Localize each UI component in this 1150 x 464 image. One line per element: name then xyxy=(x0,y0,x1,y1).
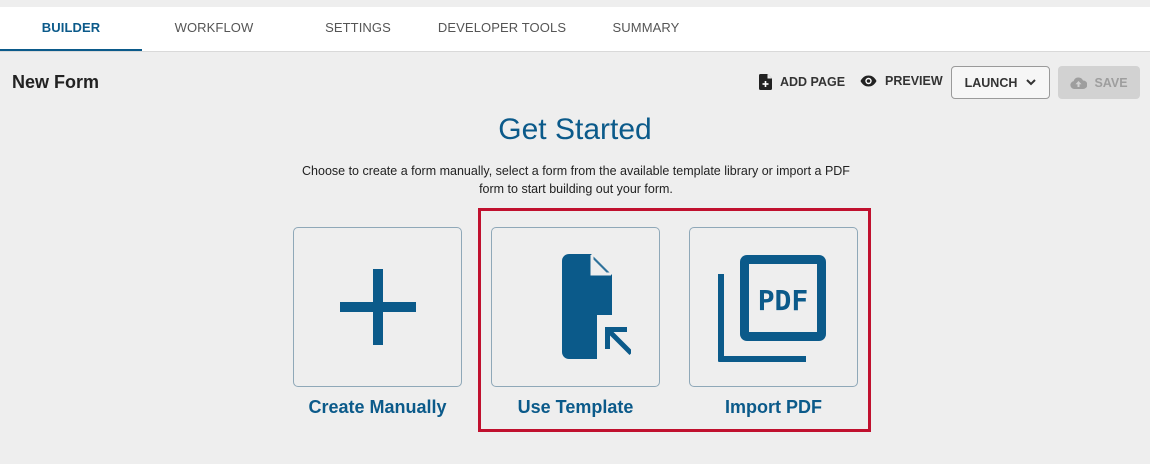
save-label: SAVE xyxy=(1094,75,1128,90)
plus-icon xyxy=(339,269,416,345)
page-title: New Form xyxy=(12,72,100,92)
tab-builder[interactable]: BUILDER xyxy=(0,7,142,51)
svg-text:PDF: PDF xyxy=(757,284,808,317)
top-strip xyxy=(0,0,1150,7)
tab-developer-tools[interactable]: DEVELOPER TOOLS xyxy=(430,7,574,51)
eye-icon xyxy=(860,75,877,87)
cloud-upload-icon xyxy=(1070,77,1088,89)
tab-workflow[interactable]: WORKFLOW xyxy=(142,7,286,51)
create-manually-label[interactable]: Create Manually xyxy=(293,397,462,418)
create-manually-card[interactable] xyxy=(293,227,462,387)
add-page-button[interactable]: ADD PAGE xyxy=(759,74,845,90)
form-header: New Form ADD PAGE PREVIEW LAUNCH SAVE xyxy=(0,52,1150,112)
pdf-stack-icon: PDF xyxy=(717,255,826,362)
tab-bar: BUILDER WORKFLOW SETTINGS DEVELOPER TOOL… xyxy=(0,7,1150,52)
use-template-card[interactable] xyxy=(491,227,660,387)
file-plus-icon xyxy=(759,74,772,90)
get-started-description: Choose to create a form manually, select… xyxy=(302,164,850,196)
launch-label: LAUNCH xyxy=(964,75,1018,90)
tab-summary[interactable]: SUMMARY xyxy=(574,7,718,51)
tab-settings[interactable]: SETTINGS xyxy=(286,7,430,51)
add-page-label: ADD PAGE xyxy=(780,75,846,89)
use-template-label[interactable]: Use Template xyxy=(491,397,660,418)
document-pointer-icon xyxy=(561,254,631,363)
preview-button[interactable]: PREVIEW xyxy=(860,74,943,88)
save-button[interactable]: SAVE xyxy=(1058,66,1140,99)
launch-dropdown-button[interactable]: LAUNCH xyxy=(951,66,1050,99)
preview-label: PREVIEW xyxy=(885,74,943,88)
import-pdf-card[interactable]: PDF xyxy=(689,227,858,387)
get-started-heading: Get Started xyxy=(498,113,652,146)
import-pdf-label[interactable]: Import PDF xyxy=(689,397,858,418)
chevron-down-icon xyxy=(1026,79,1037,86)
